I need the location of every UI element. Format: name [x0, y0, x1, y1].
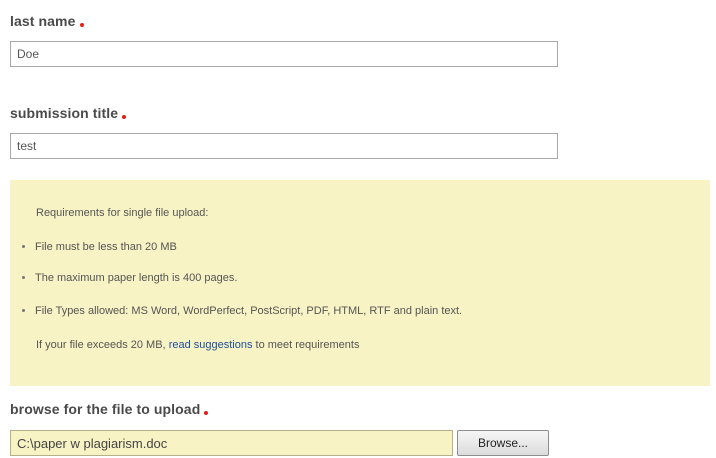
submission-title-label-text: submission title [10, 105, 119, 121]
file-size-note-text: If your file exceeds 20 MB, [36, 339, 166, 351]
file-size-note: If your file exceeds 20 MB, read suggest… [36, 339, 359, 351]
submission-title-label: submission title [10, 105, 127, 121]
submission-title-input[interactable] [10, 133, 558, 159]
last-name-label: last name [10, 13, 84, 29]
bullet-icon [22, 245, 25, 248]
required-marker-icon [79, 23, 84, 27]
requirement-item-text: The maximum paper length is 400 pages. [35, 272, 238, 284]
required-marker-icon [204, 411, 209, 415]
requirements-intro: Requirements for single file upload: [36, 207, 209, 219]
file-upload-label: browse for the file to upload [10, 401, 209, 417]
requirement-item: File must be less than 20 MB [22, 241, 177, 253]
bullet-icon [22, 276, 25, 279]
file-size-note-suffix: to meet requirements [255, 339, 360, 351]
bullet-icon [22, 309, 25, 312]
last-name-input[interactable] [10, 41, 558, 67]
file-upload-label-text: browse for the file to upload [10, 401, 201, 417]
required-marker-icon [122, 115, 127, 119]
browse-button[interactable]: Browse... [457, 430, 549, 456]
requirement-item: The maximum paper length is 400 pages. [22, 272, 237, 284]
requirement-item-text: File must be less than 20 MB [35, 241, 177, 253]
last-name-label-text: last name [10, 13, 76, 29]
requirement-item-text: File Types allowed: MS Word, WordPerfect… [35, 305, 463, 317]
file-path-input[interactable] [10, 430, 453, 456]
read-suggestions-link[interactable]: read suggestions [169, 339, 253, 351]
requirement-item: File Types allowed: MS Word, WordPerfect… [22, 305, 462, 317]
